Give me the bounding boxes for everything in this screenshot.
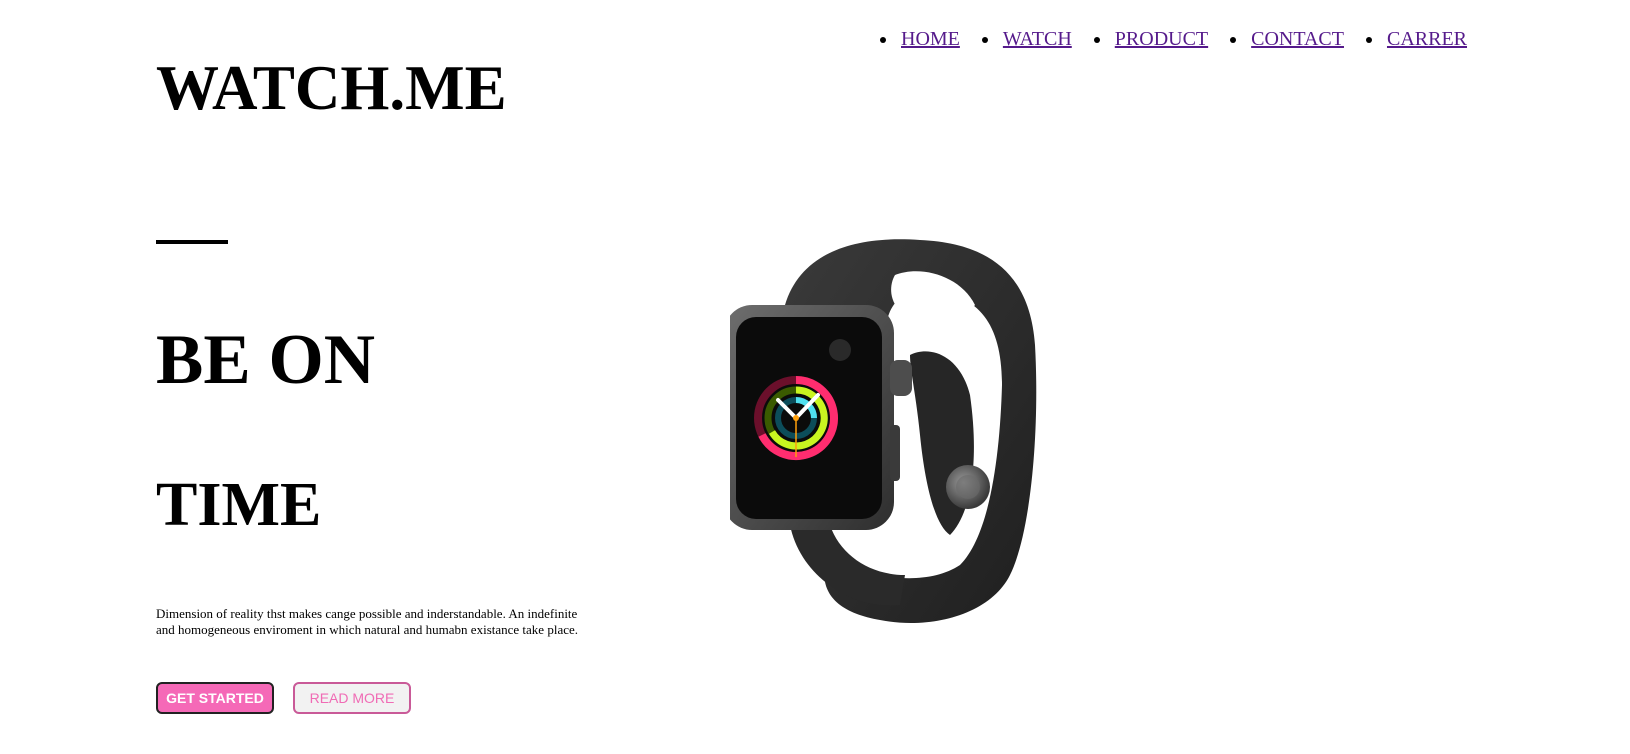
smartwatch-image [730, 239, 1037, 623]
decorative-rule [156, 240, 228, 244]
bullet-icon [1093, 36, 1100, 43]
nav-link-product[interactable]: PRODUCT [1115, 28, 1208, 51]
nav-item-watch: WATCH [981, 28, 1072, 51]
nav-link-home[interactable]: HOME [901, 28, 960, 51]
nav-item-product: PRODUCT [1093, 28, 1208, 51]
nav-item-home: HOME [880, 28, 960, 51]
bullet-icon [981, 36, 988, 43]
nav-item-contact: CONTACT [1230, 28, 1344, 51]
bullet-icon [880, 36, 886, 43]
nav-link-carrer[interactable]: CARRER [1387, 28, 1467, 51]
read-more-button[interactable]: READ MORE [293, 682, 411, 714]
hero-headline-line2: TIME [156, 471, 322, 539]
hero-description: Dimension of reality thst makes cange po… [156, 606, 578, 637]
nav-link-contact[interactable]: CONTACT [1251, 28, 1344, 51]
get-started-button[interactable]: GET STARTED [156, 682, 274, 714]
nav-item-carrer: CARRER [1365, 28, 1467, 51]
nav-link-watch[interactable]: WATCH [1003, 28, 1072, 51]
bullet-icon [1230, 36, 1237, 43]
site-logo: WATCH.ME [156, 53, 507, 123]
bullet-icon [1365, 36, 1372, 43]
hero-headline-line1: BE ON [156, 321, 375, 399]
main-nav: HOME WATCH PRODUCT CONTACT CARRER [880, 28, 1467, 51]
